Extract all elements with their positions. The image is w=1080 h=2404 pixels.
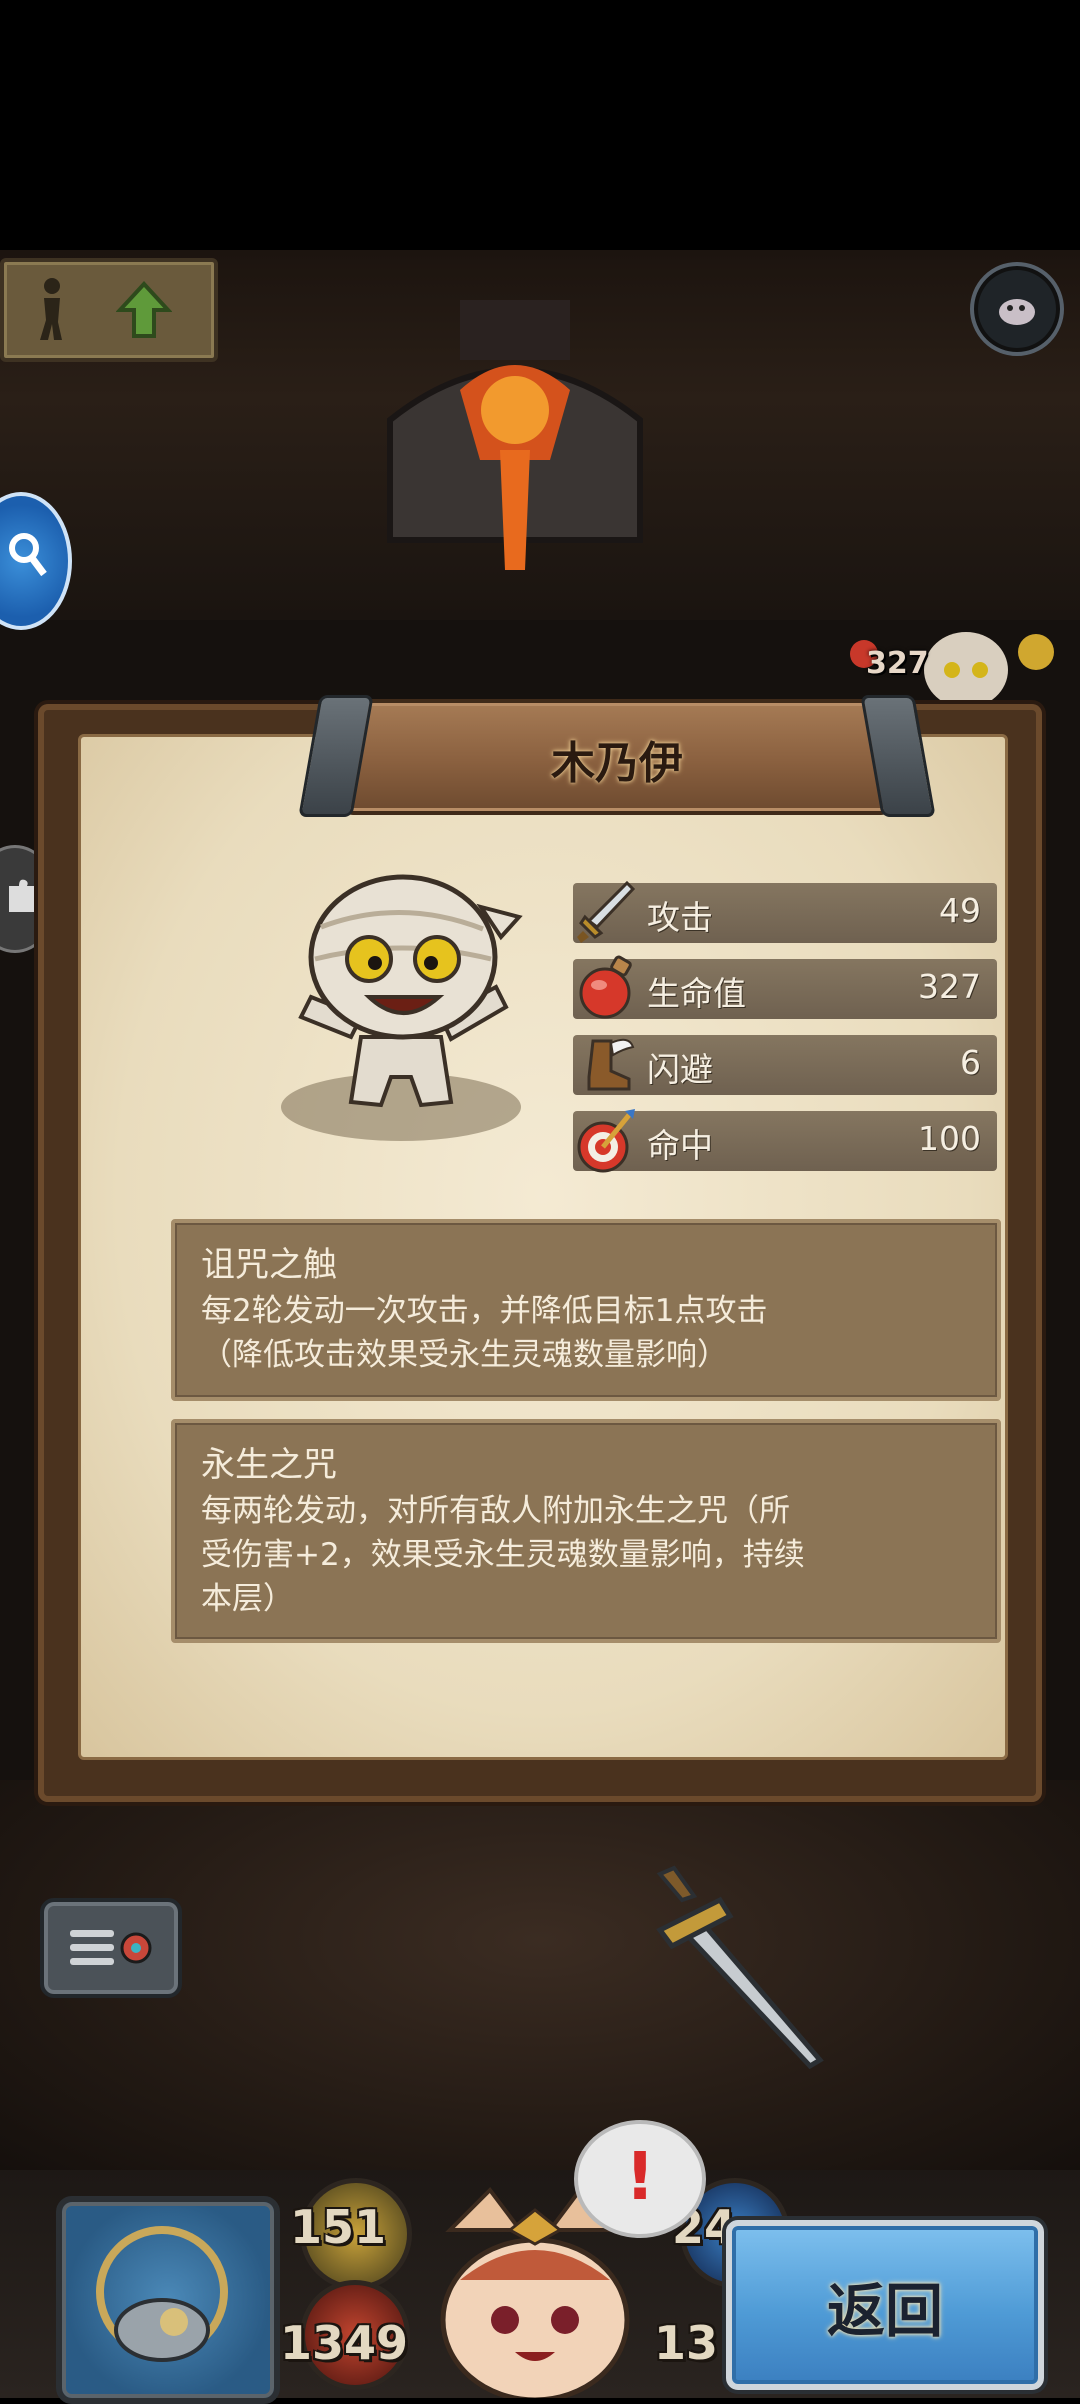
hero-portrait-button[interactable] (56, 2196, 280, 2404)
puzzle-icon (9, 879, 35, 912)
stat-label: 攻击 (647, 898, 713, 937)
floor-status-plate[interactable] (0, 258, 218, 362)
winged-boot-icon (587, 1038, 635, 1091)
skill-name: 诅咒之触 (201, 1245, 337, 1285)
knight-icon (96, 2226, 228, 2362)
radio-icon (70, 1930, 152, 1965)
stat-dodge: 闪避 6 (573, 1035, 997, 1095)
map-button[interactable] (970, 262, 1064, 356)
stat-label: 生命值 (647, 974, 746, 1013)
stat-attack: 攻击 49 (573, 880, 997, 943)
back-button-label: 返回 (826, 2277, 943, 2345)
furnace-illustration (387, 300, 643, 570)
alert-bubble[interactable]: ! (574, 2120, 706, 2238)
stat-value: 327 (918, 967, 981, 1006)
skill-description: 每2轮发动一次攻击，并降低目标1点攻击 （降低攻击效果受永生灵魂数量影响） (201, 1293, 768, 1373)
magnifier-icon (9, 533, 47, 577)
stat-value: 100 (918, 1119, 981, 1158)
stat-value: 6 (960, 1043, 981, 1082)
mummy-portrait (281, 874, 523, 1141)
monster-info-panel: 木乃伊 攻击 49 生命值 327 闪避 6 命中 100 诅咒之触 每2轮发动… (38, 695, 1042, 1802)
creature-icon (999, 299, 1035, 325)
stat-accuracy: 命中 100 (573, 1109, 997, 1173)
exclamation-icon: ! (624, 2138, 656, 2215)
stat-hp: 生命值 327 (573, 955, 997, 1019)
hp-stat: 1349 (280, 2316, 409, 2370)
monster-name: 木乃伊 (551, 738, 683, 789)
chat-button[interactable] (40, 1898, 182, 1998)
up-arrow-icon (116, 281, 172, 338)
sword-decoration (656, 1865, 824, 2070)
stat-value: 49 (939, 891, 981, 930)
stat-label: 命中 (647, 1126, 713, 1165)
skill-name: 永生之咒 (201, 1445, 337, 1485)
title-board: 木乃伊 (298, 695, 936, 817)
skill-card: 诅咒之触 每2轮发动一次攻击，并降低目标1点攻击 （降低攻击效果受永生灵魂数量影… (171, 1219, 1001, 1401)
parchment: 木乃伊 攻击 49 生命值 327 闪避 6 命中 100 诅咒之触 每2轮发动… (78, 695, 1008, 1760)
figure-icon (40, 278, 62, 340)
sword-icon (577, 880, 636, 943)
game-scene: 327 木乃伊 攻击 49 生命值 327 闪避 6 命中 100 诅咒之触 每… (0, 0, 1080, 2404)
potion-icon (579, 955, 632, 1019)
enemy-hp-value: 327 (866, 646, 929, 681)
gold-stat: 13 (654, 2316, 719, 2370)
attack-stat: 151 (290, 2200, 387, 2254)
stat-label: 闪避 (647, 1050, 713, 1089)
skill-card: 永生之咒 每两轮发动，对所有敌人附加永生之咒（所 受伤害+2，效果受永生灵魂数量… (171, 1419, 1001, 1643)
target-icon (577, 1109, 635, 1173)
back-button[interactable]: 返回 (726, 2220, 1044, 2390)
skill-description: 每两轮发动，对所有敌人附加永生之咒（所 受伤害+2，效果受永生灵魂数量影响，持续… (201, 1493, 805, 1617)
